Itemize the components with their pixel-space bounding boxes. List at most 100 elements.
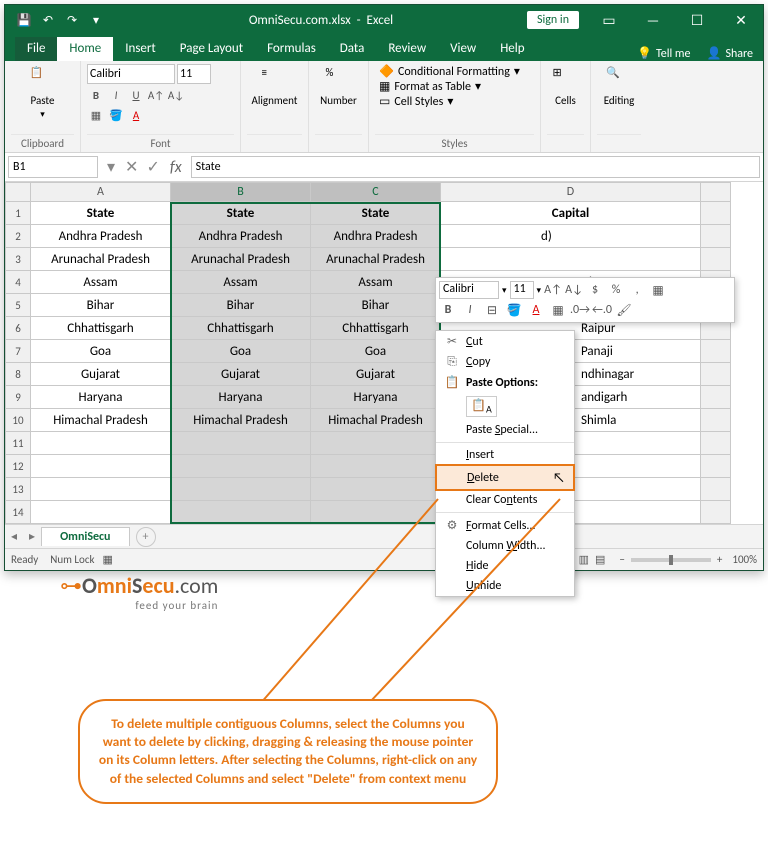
sheet-tab-active[interactable]: OmniSecu	[41, 527, 129, 546]
cell[interactable]: Andhra Pradesh	[171, 225, 311, 248]
cell[interactable]: State	[171, 202, 311, 225]
fill-color-icon[interactable]: 🪣	[505, 301, 523, 319]
decrease-font-icon[interactable]: A↓	[565, 281, 583, 299]
fill-color-icon[interactable]: 🪣	[107, 106, 125, 124]
tab-formulas[interactable]: Formulas	[255, 37, 328, 61]
italic-button[interactable]: I	[461, 301, 479, 319]
cell[interactable]	[171, 455, 311, 478]
tab-help[interactable]: Help	[488, 37, 536, 61]
signin-button[interactable]: Sign in	[527, 11, 579, 29]
row-header-14[interactable]: 14	[5, 501, 31, 524]
ctx-paste-special[interactable]: Paste Special...	[436, 420, 574, 440]
cell[interactable]: Gujarat	[171, 363, 311, 386]
row-header-7[interactable]: 7	[5, 340, 31, 363]
ctx-format-cells[interactable]: ⚙Format Cells...	[436, 515, 574, 536]
select-all-corner[interactable]	[5, 182, 31, 202]
ctx-insert[interactable]: Insert	[436, 445, 574, 465]
editing-button[interactable]: 🔍Editing	[597, 64, 641, 109]
cell[interactable]: Andhra Pradesh	[31, 225, 171, 248]
increase-font-icon[interactable]: A↑	[147, 86, 165, 104]
decrease-font-icon[interactable]: A↓	[167, 86, 185, 104]
number-format-button[interactable]: %Number	[315, 64, 362, 109]
cell[interactable]: d)	[441, 225, 701, 248]
close-button[interactable]: ✕	[719, 5, 763, 35]
increase-font-icon[interactable]: A↑	[544, 281, 562, 299]
ctx-column-width[interactable]: Column Width...	[436, 536, 574, 556]
cell[interactable]	[311, 501, 441, 524]
merge-icon[interactable]: ⊟	[483, 301, 501, 319]
cell[interactable]: Arunachal Pradesh	[31, 248, 171, 271]
ribbon-display-icon[interactable]: ▭	[587, 5, 631, 35]
row-header-2[interactable]: 2	[5, 225, 31, 248]
enter-formula-icon[interactable]: ✓	[142, 157, 163, 177]
cell[interactable]: Haryana	[171, 386, 311, 409]
cancel-formula-icon[interactable]: ✕	[121, 157, 142, 177]
col-header-d[interactable]: D	[441, 182, 701, 202]
increase-decimal-icon[interactable]: .0→	[571, 301, 589, 319]
cells-button[interactable]: ⊞Cells	[547, 64, 584, 109]
cell[interactable]: Chhattisgarh	[311, 317, 441, 340]
col-header-a[interactable]: A	[31, 182, 171, 202]
underline-button[interactable]: U	[127, 86, 145, 104]
qa-dropdown-icon[interactable]: ▾	[85, 9, 107, 31]
cell[interactable]: Assam	[171, 271, 311, 294]
col-header-b[interactable]: B	[171, 182, 311, 202]
tab-page-layout[interactable]: Page Layout	[168, 37, 255, 61]
tab-home[interactable]: Home	[57, 37, 113, 61]
row-header-8[interactable]: 8	[5, 363, 31, 386]
bold-button[interactable]: B	[439, 301, 457, 319]
ctx-cut[interactable]: ✂Cut	[436, 331, 574, 352]
ctx-paste-default[interactable]: 📋A	[436, 393, 574, 420]
cell[interactable]: Assam	[311, 271, 441, 294]
format-painter-icon[interactable]: 🖌	[615, 301, 633, 319]
cell[interactable]: Haryana	[311, 386, 441, 409]
cell[interactable]	[171, 432, 311, 455]
mini-font-size[interactable]: 11	[510, 281, 534, 299]
cell[interactable]: Goa	[171, 340, 311, 363]
cell[interactable]	[31, 455, 171, 478]
row-header-4[interactable]: 4	[5, 271, 31, 294]
row-header-13[interactable]: 13	[5, 478, 31, 501]
tab-file[interactable]: File	[15, 37, 57, 61]
cell[interactable]: Goa	[311, 340, 441, 363]
ctx-copy[interactable]: ⎘Copy	[436, 352, 574, 372]
fx-icon[interactable]: fx	[164, 158, 188, 177]
cell[interactable]: Arunachal Pradesh	[311, 248, 441, 271]
cell[interactable]	[441, 248, 701, 271]
row-header-10[interactable]: 10	[5, 409, 31, 432]
cell[interactable]: Bihar	[311, 294, 441, 317]
tell-me[interactable]: 💡Tell me	[631, 46, 696, 61]
cell[interactable]: Assam	[31, 271, 171, 294]
cell[interactable]: State	[31, 202, 171, 225]
chevron-down-icon[interactable]: ▾	[502, 285, 507, 296]
row-header-12[interactable]: 12	[5, 455, 31, 478]
cell[interactable]	[171, 478, 311, 501]
tab-nav-prev[interactable]: ◂	[5, 529, 23, 544]
new-sheet-button[interactable]: +	[136, 527, 156, 547]
ctx-unhide[interactable]: Unhide	[436, 576, 574, 596]
cell[interactable]	[171, 501, 311, 524]
cell-styles-button[interactable]: ▭Cell Styles ▾	[375, 94, 534, 109]
minimize-button[interactable]: —	[631, 5, 675, 35]
font-color-icon[interactable]: A	[527, 301, 545, 319]
row-header-5[interactable]: 5	[5, 294, 31, 317]
maximize-button[interactable]: ☐	[675, 5, 719, 35]
tab-data[interactable]: Data	[328, 37, 377, 61]
currency-icon[interactable]: $	[586, 281, 604, 299]
row-header-9[interactable]: 9	[5, 386, 31, 409]
ctx-delete[interactable]: Delete↖	[435, 464, 575, 491]
cell[interactable]: Capital	[441, 202, 701, 225]
cell[interactable]: Arunachal Pradesh	[171, 248, 311, 271]
share-button[interactable]: 👤Share	[696, 46, 763, 61]
cell[interactable]	[311, 455, 441, 478]
mini-font-name[interactable]: Calibri	[439, 281, 499, 299]
tab-view[interactable]: View	[438, 37, 488, 61]
cell[interactable]: Himachal Pradesh	[31, 409, 171, 432]
format-as-table-button[interactable]: ▦Format as Table ▾	[375, 79, 534, 94]
cell[interactable]: Gujarat	[31, 363, 171, 386]
font-name-select[interactable]	[87, 64, 175, 84]
cell[interactable]: Gujarat	[311, 363, 441, 386]
bold-button[interactable]: B	[87, 86, 105, 104]
formula-bar[interactable]	[191, 156, 760, 178]
tab-nav-next[interactable]: ▸	[23, 529, 41, 544]
